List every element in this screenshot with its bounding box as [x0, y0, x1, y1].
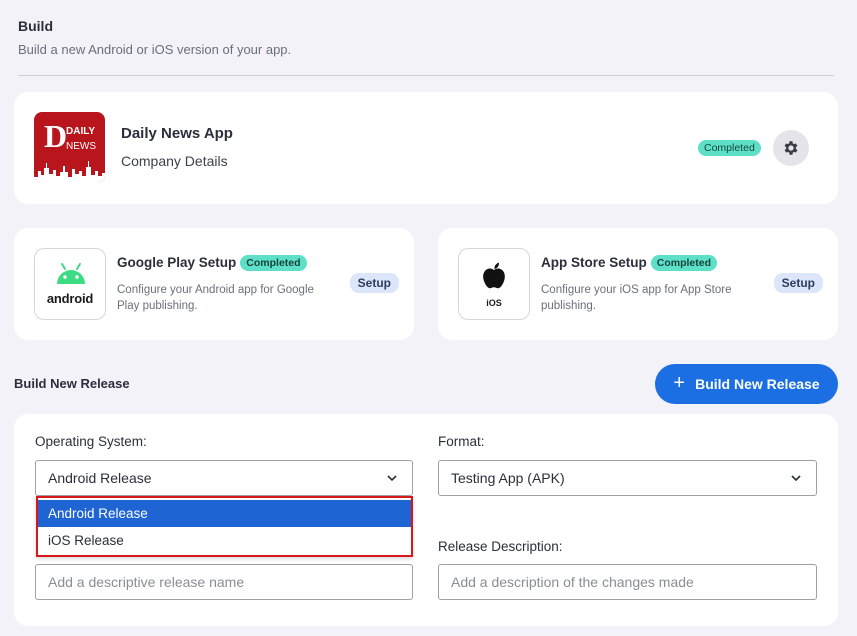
settings-button[interactable] [773, 130, 809, 166]
build-new-release-button[interactable]: + Build New Release [655, 364, 838, 404]
ios-wordmark: iOS [486, 298, 502, 308]
app-name: Daily News App [121, 125, 233, 142]
format-label: Format: [438, 434, 485, 449]
google-play-status-badge: Completed [240, 255, 307, 271]
android-wordmark: android [46, 291, 94, 306]
os-option-ios[interactable]: iOS Release [38, 527, 411, 554]
release-name-placeholder: Add a descriptive release name [48, 574, 245, 590]
app-card: D DAILY NEWS Daily News App Company Deta… [14, 92, 838, 204]
format-select[interactable]: Testing App (APK) [438, 460, 817, 496]
google-play-setup-button[interactable]: Setup [349, 273, 399, 293]
android-logo: android [34, 248, 106, 320]
app-store-status-badge: Completed [650, 255, 718, 271]
chevron-down-icon [387, 475, 397, 482]
os-label: Operating System: [35, 434, 147, 449]
apple-icon [483, 262, 505, 289]
os-select[interactable]: Android Release [35, 460, 413, 496]
plus-icon: + [673, 372, 686, 394]
build-release-heading: Build New Release [14, 376, 130, 391]
google-play-description: Configure your Android app for Google Pl… [117, 284, 314, 312]
app-logo: D DAILY NEWS [34, 112, 105, 183]
google-play-title-text: Google Play Setup [117, 255, 237, 270]
status-badge: Completed [698, 140, 761, 156]
logo-line2: NEWS [66, 141, 96, 152]
ios-logo: iOS [458, 248, 530, 320]
os-dropdown-menu: Android Release iOS Release [36, 496, 413, 557]
build-new-release-label: Build New Release [695, 376, 820, 392]
os-select-value: Android Release [48, 470, 152, 486]
app-store-title: App Store Setup Completed [541, 255, 718, 271]
divider [18, 75, 834, 76]
os-option-android[interactable]: Android Release [38, 500, 411, 527]
page-title: Build [18, 18, 53, 34]
app-store-setup-button[interactable]: Setup [773, 273, 823, 293]
google-play-title: Google Play Setup Completed [117, 255, 307, 271]
release-description-placeholder: Add a description of the changes made [451, 574, 694, 590]
format-select-value: Testing App (APK) [451, 470, 565, 486]
android-icon [57, 263, 85, 284]
app-store-title-text: App Store Setup [541, 255, 647, 270]
release-description-input[interactable]: Add a description of the changes made [438, 564, 817, 600]
logo-letter: D [44, 118, 68, 154]
release-name-input[interactable]: Add a descriptive release name [35, 564, 413, 600]
app-store-card: iOS App Store Setup Completed Configure y… [438, 228, 838, 340]
release-description-label: Release Description: [438, 539, 563, 554]
app-store-description: Configure your iOS app for App Store pub… [541, 284, 732, 312]
company-details-link[interactable]: Company Details [121, 153, 228, 169]
skyline-icon [34, 161, 105, 183]
logo-line1: DAILY [66, 126, 96, 137]
chevron-down-icon [791, 475, 801, 482]
gear-icon [784, 141, 798, 155]
page-subtitle: Build a new Android or iOS version of yo… [18, 42, 292, 57]
google-play-card: android Google Play Setup Completed Confi… [14, 228, 414, 340]
